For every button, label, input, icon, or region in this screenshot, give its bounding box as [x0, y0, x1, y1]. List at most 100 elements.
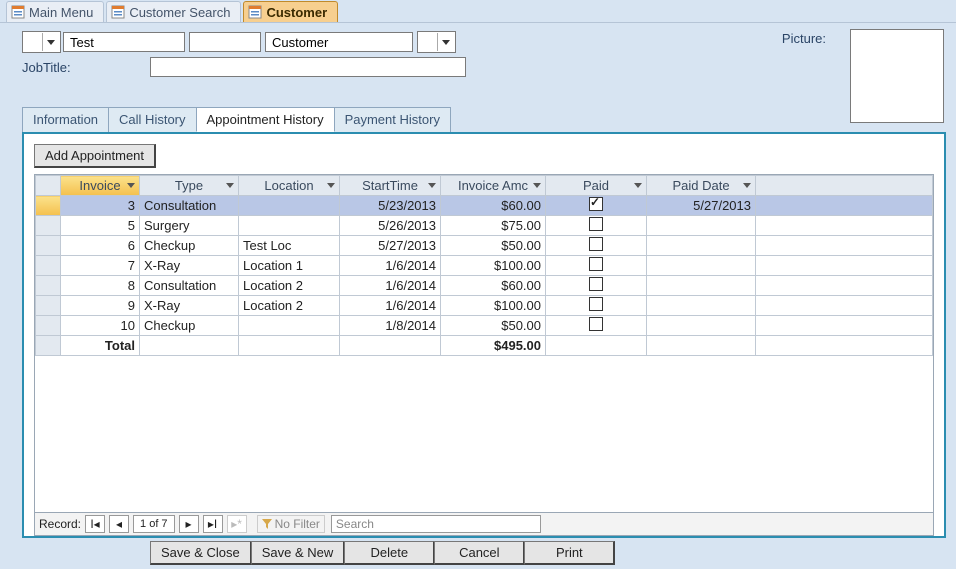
cell-type[interactable]: Consultation [140, 196, 239, 216]
first-name-field[interactable] [63, 32, 185, 52]
last-name-input[interactable] [270, 34, 408, 51]
print-button[interactable]: Print [524, 541, 615, 565]
cell-invoice[interactable]: 6 [61, 236, 140, 256]
nav-last-button[interactable]: ▸I [203, 515, 223, 533]
save-close-button[interactable]: Save & Close [150, 541, 252, 565]
table-row[interactable]: 9X-RayLocation 21/6/2014$100.00 [36, 296, 933, 316]
cell-amount[interactable]: $60.00 [441, 276, 546, 296]
details-tab[interactable]: Appointment History [196, 107, 335, 132]
row-selector[interactable] [36, 256, 61, 276]
cell-starttime[interactable]: 5/23/2013 [340, 196, 441, 216]
cancel-button[interactable]: Cancel [434, 541, 525, 565]
cell-invoice[interactable]: 8 [61, 276, 140, 296]
suffix-combo[interactable] [417, 31, 456, 53]
nav-first-button[interactable]: I◂ [85, 515, 105, 533]
checkbox-icon[interactable] [589, 217, 603, 231]
cell-starttime[interactable]: 1/6/2014 [340, 296, 441, 316]
cell-invoice[interactable]: 9 [61, 296, 140, 316]
row-selector[interactable] [36, 276, 61, 296]
document-tab[interactable]: Customer [243, 1, 338, 22]
cell-paid[interactable] [546, 276, 647, 296]
nav-new-button[interactable]: ▸* [227, 515, 247, 533]
column-header[interactable]: StartTime [340, 176, 441, 196]
cell-amount[interactable]: $75.00 [441, 216, 546, 236]
middle-name-field[interactable] [189, 32, 261, 52]
cell-location[interactable] [239, 216, 340, 236]
jobtitle-input[interactable] [155, 59, 461, 76]
document-tab[interactable]: Customer Search [106, 1, 241, 22]
checkbox-icon[interactable] [589, 277, 603, 291]
cell-location[interactable]: Location 2 [239, 296, 340, 316]
nav-next-button[interactable]: ▸ [179, 515, 199, 533]
appointment-table[interactable]: InvoiceTypeLocationStartTimeInvoice AmcP… [35, 175, 933, 356]
cell-paiddate[interactable] [647, 296, 756, 316]
details-tab[interactable]: Information [22, 107, 109, 132]
cell-type[interactable]: X-Ray [140, 256, 239, 276]
cell-amount[interactable]: $50.00 [441, 316, 546, 336]
cell-location[interactable] [239, 196, 340, 216]
cell-starttime[interactable]: 1/8/2014 [340, 316, 441, 336]
nav-prev-button[interactable]: ◂ [109, 515, 129, 533]
column-header[interactable]: Type [140, 176, 239, 196]
cell-amount[interactable]: $50.00 [441, 236, 546, 256]
cell-starttime[interactable]: 1/6/2014 [340, 256, 441, 276]
document-tab[interactable]: Main Menu [6, 1, 104, 22]
cell-location[interactable]: Location 2 [239, 276, 340, 296]
chevron-down-icon[interactable] [125, 178, 137, 192]
details-tab[interactable]: Payment History [334, 107, 451, 132]
column-header-blank[interactable] [756, 176, 933, 196]
cell-paid[interactable] [546, 256, 647, 276]
cell-amount[interactable]: $100.00 [441, 296, 546, 316]
row-selector[interactable] [36, 316, 61, 336]
checkbox-icon[interactable] [589, 237, 603, 251]
row-selector[interactable] [36, 296, 61, 316]
chevron-down-icon[interactable] [224, 178, 236, 192]
checkbox-icon[interactable] [589, 257, 603, 271]
cell-type[interactable]: Checkup [140, 316, 239, 336]
table-row[interactable]: 10Checkup 1/8/2014$50.00 [36, 316, 933, 336]
cell-type[interactable]: Checkup [140, 236, 239, 256]
cell-paiddate[interactable] [647, 316, 756, 336]
cell-amount[interactable]: $100.00 [441, 256, 546, 276]
last-name-field[interactable] [265, 32, 413, 52]
record-counter[interactable]: 1 of 7 [133, 515, 175, 533]
cell-paiddate[interactable]: 5/27/2013 [647, 196, 756, 216]
column-header[interactable]: Paid Date [647, 176, 756, 196]
cell-paiddate[interactable] [647, 236, 756, 256]
column-header[interactable]: Paid [546, 176, 647, 196]
title-prefix-combo[interactable] [22, 31, 61, 53]
cell-invoice[interactable]: 5 [61, 216, 140, 236]
column-header[interactable]: Invoice Amc [441, 176, 546, 196]
cell-type[interactable]: X-Ray [140, 296, 239, 316]
chevron-down-icon[interactable] [632, 178, 644, 192]
column-header[interactable]: Location [239, 176, 340, 196]
cell-paiddate[interactable] [647, 216, 756, 236]
checkbox-icon[interactable] [589, 297, 603, 311]
cell-location[interactable]: Location 1 [239, 256, 340, 276]
cell-type[interactable]: Surgery [140, 216, 239, 236]
checkbox-icon[interactable] [589, 197, 603, 211]
chevron-down-icon[interactable] [325, 178, 337, 192]
row-selector[interactable] [36, 236, 61, 256]
column-header[interactable]: Invoice [61, 176, 140, 196]
cell-paid[interactable] [546, 236, 647, 256]
jobtitle-field[interactable] [150, 57, 466, 77]
cell-invoice[interactable]: 7 [61, 256, 140, 276]
add-appointment-button[interactable]: Add Appointment [34, 144, 156, 168]
filter-indicator[interactable]: No Filter [257, 515, 325, 533]
first-name-input[interactable] [68, 34, 180, 51]
cell-invoice[interactable]: 3 [61, 196, 140, 216]
table-row[interactable]: 6CheckupTest Loc5/27/2013$50.00 [36, 236, 933, 256]
cell-invoice[interactable]: 10 [61, 316, 140, 336]
row-selector[interactable] [36, 216, 61, 236]
cell-amount[interactable]: $60.00 [441, 196, 546, 216]
chevron-down-icon[interactable] [531, 178, 543, 192]
cell-location[interactable]: Test Loc [239, 236, 340, 256]
table-row[interactable]: 7X-RayLocation 11/6/2014$100.00 [36, 256, 933, 276]
cell-type[interactable]: Consultation [140, 276, 239, 296]
cell-location[interactable] [239, 316, 340, 336]
row-header-corner[interactable] [36, 176, 61, 196]
cell-paid[interactable] [546, 296, 647, 316]
chevron-down-icon[interactable] [426, 178, 438, 192]
middle-name-input[interactable] [194, 34, 256, 51]
